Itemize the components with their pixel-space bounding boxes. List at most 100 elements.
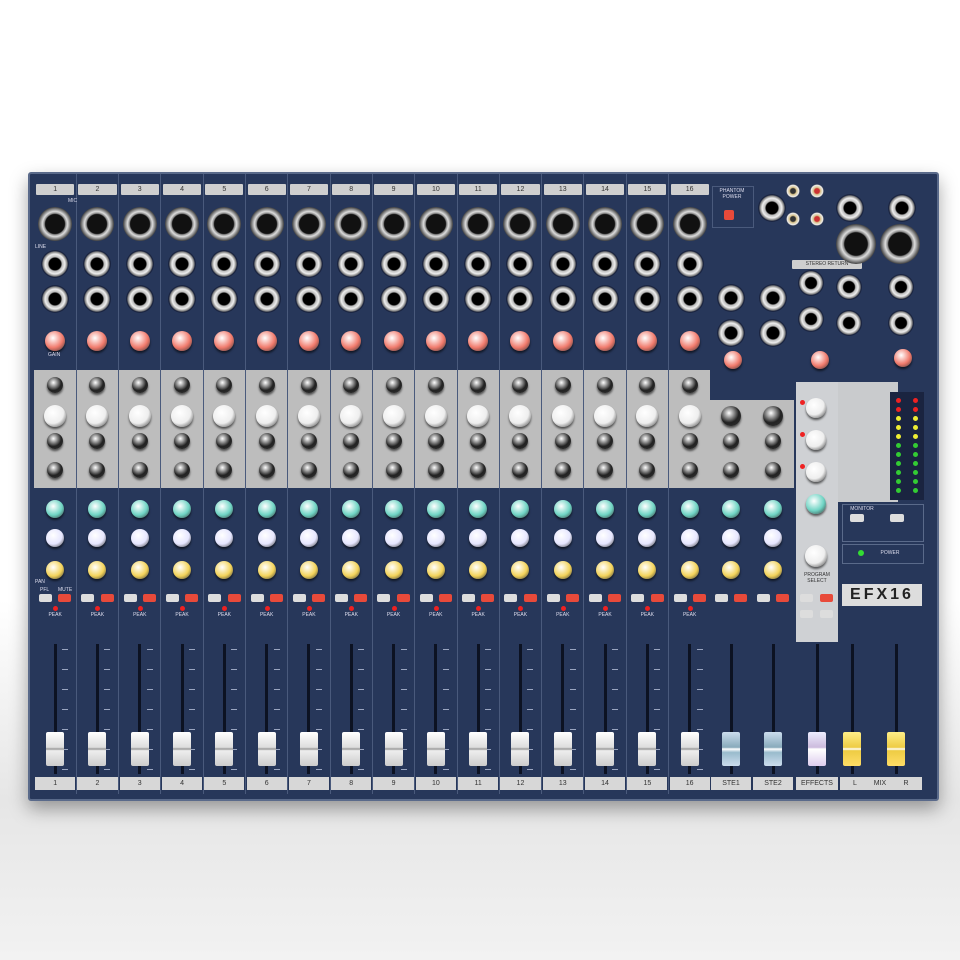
mute-button[interactable] <box>312 594 326 602</box>
aux2-knob[interactable] <box>299 529 318 547</box>
xlr-mic-input[interactable] <box>334 207 369 241</box>
insert-jack[interactable] <box>41 285 70 313</box>
aux1-knob[interactable] <box>553 500 572 518</box>
insert-jack[interactable] <box>464 285 493 313</box>
aux2-knob[interactable] <box>722 529 740 547</box>
pan-knob[interactable] <box>384 561 403 579</box>
aux1-knob[interactable] <box>469 500 488 518</box>
hpf-knob[interactable] <box>681 377 698 393</box>
aux1-knob[interactable] <box>130 500 149 518</box>
eq-mid-knob[interactable] <box>131 433 148 449</box>
mute-button[interactable] <box>565 594 579 602</box>
eq-mid-knob[interactable] <box>300 433 317 449</box>
aux1-knob[interactable] <box>722 500 740 518</box>
mute-button[interactable] <box>523 594 537 602</box>
channel-fader[interactable] <box>88 732 107 766</box>
pan-knob[interactable] <box>596 561 615 579</box>
aux1-knob[interactable] <box>257 500 276 518</box>
rca-jack[interactable] <box>810 184 824 198</box>
gain-knob[interactable] <box>425 331 446 351</box>
aux1-knob[interactable] <box>596 500 615 518</box>
line-input-jack[interactable] <box>633 250 662 278</box>
aux1-knob[interactable] <box>342 500 361 518</box>
eq-mid-knob[interactable] <box>385 433 402 449</box>
gain-knob[interactable] <box>595 331 616 351</box>
hpf-knob[interactable] <box>427 377 444 393</box>
eq-mid-knob[interactable] <box>258 433 275 449</box>
effects-button[interactable] <box>820 610 833 618</box>
stereo-input-jack[interactable] <box>759 284 787 312</box>
aux2-knob[interactable] <box>342 529 361 547</box>
stereo-eq-mid-knob[interactable] <box>723 433 739 449</box>
eq-low-knob[interactable] <box>385 462 402 478</box>
xlr-mic-input[interactable] <box>291 207 326 241</box>
pfl-button[interactable] <box>419 594 433 602</box>
channel-fader[interactable] <box>426 732 445 766</box>
to-mix-button[interactable] <box>890 514 904 522</box>
line-input-jack[interactable] <box>548 250 577 278</box>
aux1-knob[interactable] <box>384 500 403 518</box>
balance-knob[interactable] <box>764 561 782 579</box>
insert-jack[interactable] <box>252 285 281 313</box>
stereo-eq-high-knob[interactable] <box>721 406 741 426</box>
eq-high-knob[interactable] <box>424 405 447 427</box>
mute-button[interactable] <box>142 594 156 602</box>
gain-knob[interactable] <box>256 331 277 351</box>
mute-button[interactable] <box>269 594 283 602</box>
stereo-eq-mid-knob[interactable] <box>765 433 781 449</box>
monitor-level-knob[interactable] <box>894 349 912 367</box>
xlr-mic-input[interactable] <box>249 207 284 241</box>
pfl-button[interactable] <box>673 594 687 602</box>
monitor-button[interactable] <box>850 514 864 522</box>
effects-button[interactable] <box>800 610 813 618</box>
effects-knob[interactable] <box>806 430 826 450</box>
aux2-knob[interactable] <box>426 529 445 547</box>
gain-knob[interactable] <box>552 331 573 351</box>
output-jack[interactable] <box>888 274 914 300</box>
line-input-jack[interactable] <box>41 250 70 278</box>
aux2-knob[interactable] <box>88 529 107 547</box>
stereo-gain-knob[interactable] <box>724 351 742 369</box>
pan-knob[interactable] <box>426 561 445 579</box>
insert-jack[interactable] <box>337 285 366 313</box>
eq-low-knob[interactable] <box>300 462 317 478</box>
mute-button[interactable] <box>692 594 706 602</box>
aux2-knob[interactable] <box>215 529 234 547</box>
line-input-jack[interactable] <box>675 250 704 278</box>
aux1-knob[interactable] <box>173 500 192 518</box>
eq-high-knob[interactable] <box>255 405 278 427</box>
eq-high-knob[interactable] <box>382 405 405 427</box>
line-input-jack[interactable] <box>83 250 112 278</box>
channel-fader[interactable] <box>299 732 318 766</box>
channel-fader[interactable] <box>130 732 149 766</box>
xlr-mic-input[interactable] <box>376 207 411 241</box>
eq-low-knob[interactable] <box>597 462 614 478</box>
mute-button[interactable] <box>734 594 747 602</box>
master-fader[interactable] <box>887 732 905 766</box>
gain-knob[interactable] <box>468 331 489 351</box>
mute-button[interactable] <box>439 594 452 602</box>
aux2-knob[interactable] <box>680 529 699 547</box>
hpf-knob[interactable] <box>597 377 614 393</box>
gain-knob[interactable] <box>637 331 658 351</box>
xlr-mic-input[interactable] <box>588 207 623 241</box>
insert-jack[interactable] <box>888 194 916 222</box>
aux2-knob[interactable] <box>46 529 65 547</box>
line-input-jack[interactable] <box>379 250 408 278</box>
pfl-button[interactable] <box>631 594 645 602</box>
insert-jack[interactable] <box>168 285 197 313</box>
pan-knob[interactable] <box>257 561 276 579</box>
mix-out-xlr-right[interactable] <box>880 224 920 264</box>
line-input-jack[interactable] <box>210 250 239 278</box>
channel-fader[interactable] <box>46 732 65 766</box>
pfl-button[interactable] <box>462 594 475 602</box>
stereo-fader[interactable] <box>722 732 740 766</box>
line-input-jack[interactable] <box>421 250 450 278</box>
channel-fader[interactable] <box>257 732 276 766</box>
mix-out-xlr-left[interactable] <box>836 224 876 264</box>
channel-fader[interactable] <box>553 732 572 766</box>
eq-high-knob[interactable] <box>467 405 490 427</box>
pfl-button[interactable] <box>546 594 560 602</box>
aux1-knob[interactable] <box>215 500 234 518</box>
eq-mid-knob[interactable] <box>597 433 614 449</box>
